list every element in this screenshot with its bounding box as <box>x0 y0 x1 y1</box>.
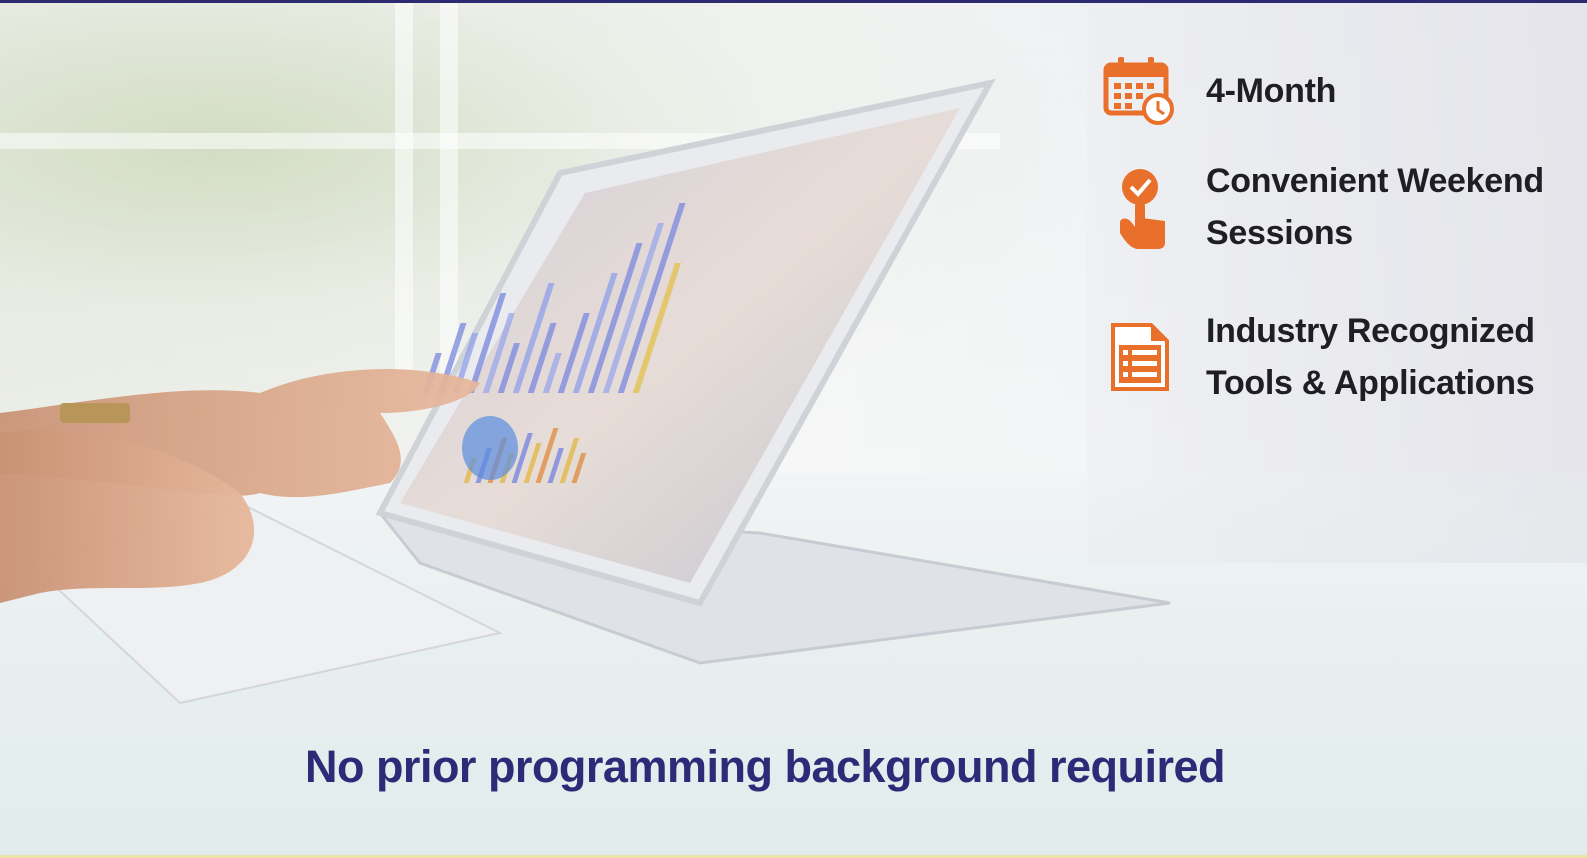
hand-pointer-check-icon <box>1100 167 1180 249</box>
hero-banner: 4-Month Convenient Weekend Sessions Indu… <box>0 0 1587 858</box>
laptop-photo-illustration <box>0 78 1171 705</box>
screen-pie-chart <box>462 416 518 480</box>
feature-schedule-label: Convenient Weekend Sessions <box>1206 162 1544 252</box>
feature-tools-label: Industry Recognized Tools & Applications <box>1206 312 1535 402</box>
feature-duration-label: 4-Month <box>1206 72 1337 110</box>
feature-schedule: Convenient Weekend Sessions <box>1100 155 1544 259</box>
tagline: No prior programming background required <box>304 741 1226 792</box>
document-list-icon <box>1100 317 1180 397</box>
feature-tools: Industry Recognized Tools & Applications <box>1100 305 1535 409</box>
wristwatch <box>60 403 130 423</box>
calendar-clock-icon <box>1100 51 1180 131</box>
feature-duration: 4-Month <box>1100 51 1336 131</box>
